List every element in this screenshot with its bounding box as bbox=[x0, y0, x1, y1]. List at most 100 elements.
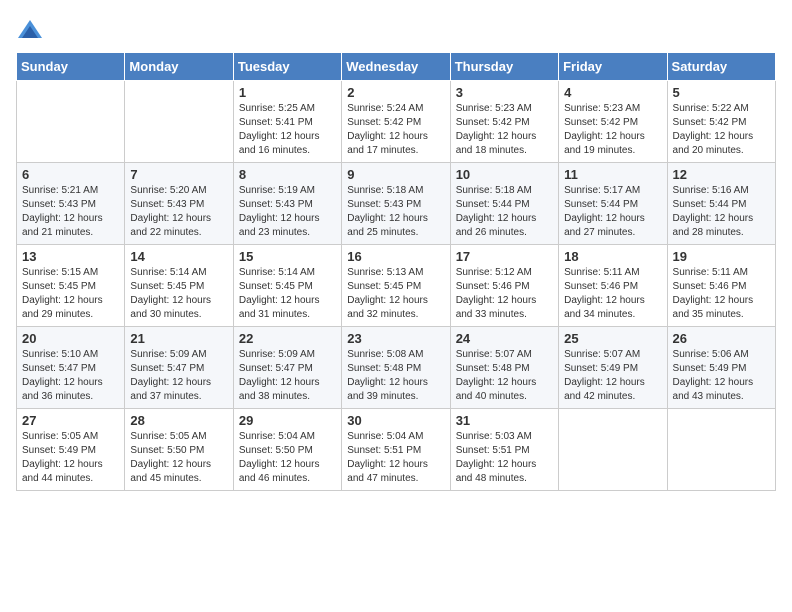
day-info: Sunrise: 5:22 AMSunset: 5:42 PMDaylight:… bbox=[673, 103, 754, 156]
day-info: Sunrise: 5:14 AMSunset: 5:45 PMDaylight:… bbox=[130, 267, 211, 320]
calendar-week-row: 6 Sunrise: 5:21 AMSunset: 5:43 PMDayligh… bbox=[17, 163, 776, 245]
calendar-cell: 12 Sunrise: 5:16 AMSunset: 5:44 PMDaylig… bbox=[667, 163, 775, 245]
day-number: 18 bbox=[564, 249, 661, 264]
day-number: 8 bbox=[239, 167, 336, 182]
calendar-cell: 23 Sunrise: 5:08 AMSunset: 5:48 PMDaylig… bbox=[342, 327, 450, 409]
weekday-header: Monday bbox=[125, 53, 233, 81]
day-info: Sunrise: 5:23 AMSunset: 5:42 PMDaylight:… bbox=[456, 103, 537, 156]
page-header bbox=[16, 16, 776, 44]
weekday-header: Saturday bbox=[667, 53, 775, 81]
calendar-cell: 26 Sunrise: 5:06 AMSunset: 5:49 PMDaylig… bbox=[667, 327, 775, 409]
weekday-header: Wednesday bbox=[342, 53, 450, 81]
calendar-cell: 10 Sunrise: 5:18 AMSunset: 5:44 PMDaylig… bbox=[450, 163, 558, 245]
calendar-cell: 7 Sunrise: 5:20 AMSunset: 5:43 PMDayligh… bbox=[125, 163, 233, 245]
day-number: 14 bbox=[130, 249, 227, 264]
calendar-cell: 28 Sunrise: 5:05 AMSunset: 5:50 PMDaylig… bbox=[125, 409, 233, 491]
weekday-header: Thursday bbox=[450, 53, 558, 81]
calendar-cell: 22 Sunrise: 5:09 AMSunset: 5:47 PMDaylig… bbox=[233, 327, 341, 409]
calendar-cell: 21 Sunrise: 5:09 AMSunset: 5:47 PMDaylig… bbox=[125, 327, 233, 409]
weekday-header-row: SundayMondayTuesdayWednesdayThursdayFrid… bbox=[17, 53, 776, 81]
calendar-cell: 11 Sunrise: 5:17 AMSunset: 5:44 PMDaylig… bbox=[559, 163, 667, 245]
day-info: Sunrise: 5:25 AMSunset: 5:41 PMDaylight:… bbox=[239, 103, 320, 156]
day-info: Sunrise: 5:05 AMSunset: 5:49 PMDaylight:… bbox=[22, 431, 103, 484]
day-number: 16 bbox=[347, 249, 444, 264]
day-info: Sunrise: 5:04 AMSunset: 5:50 PMDaylight:… bbox=[239, 431, 320, 484]
logo bbox=[16, 16, 48, 44]
weekday-header: Friday bbox=[559, 53, 667, 81]
day-info: Sunrise: 5:12 AMSunset: 5:46 PMDaylight:… bbox=[456, 267, 537, 320]
day-info: Sunrise: 5:07 AMSunset: 5:48 PMDaylight:… bbox=[456, 349, 537, 402]
day-info: Sunrise: 5:08 AMSunset: 5:48 PMDaylight:… bbox=[347, 349, 428, 402]
day-info: Sunrise: 5:17 AMSunset: 5:44 PMDaylight:… bbox=[564, 185, 645, 238]
day-info: Sunrise: 5:09 AMSunset: 5:47 PMDaylight:… bbox=[239, 349, 320, 402]
calendar-cell: 19 Sunrise: 5:11 AMSunset: 5:46 PMDaylig… bbox=[667, 245, 775, 327]
weekday-header: Sunday bbox=[17, 53, 125, 81]
calendar-cell: 14 Sunrise: 5:14 AMSunset: 5:45 PMDaylig… bbox=[125, 245, 233, 327]
day-number: 25 bbox=[564, 331, 661, 346]
day-number: 2 bbox=[347, 85, 444, 100]
calendar-cell: 27 Sunrise: 5:05 AMSunset: 5:49 PMDaylig… bbox=[17, 409, 125, 491]
weekday-header: Tuesday bbox=[233, 53, 341, 81]
day-info: Sunrise: 5:23 AMSunset: 5:42 PMDaylight:… bbox=[564, 103, 645, 156]
day-number: 11 bbox=[564, 167, 661, 182]
calendar-cell bbox=[125, 81, 233, 163]
day-info: Sunrise: 5:07 AMSunset: 5:49 PMDaylight:… bbox=[564, 349, 645, 402]
day-number: 28 bbox=[130, 413, 227, 428]
day-info: Sunrise: 5:04 AMSunset: 5:51 PMDaylight:… bbox=[347, 431, 428, 484]
day-info: Sunrise: 5:20 AMSunset: 5:43 PMDaylight:… bbox=[130, 185, 211, 238]
day-info: Sunrise: 5:18 AMSunset: 5:44 PMDaylight:… bbox=[456, 185, 537, 238]
day-info: Sunrise: 5:09 AMSunset: 5:47 PMDaylight:… bbox=[130, 349, 211, 402]
calendar-cell: 17 Sunrise: 5:12 AMSunset: 5:46 PMDaylig… bbox=[450, 245, 558, 327]
day-number: 21 bbox=[130, 331, 227, 346]
calendar-cell: 24 Sunrise: 5:07 AMSunset: 5:48 PMDaylig… bbox=[450, 327, 558, 409]
day-number: 6 bbox=[22, 167, 119, 182]
calendar-cell: 20 Sunrise: 5:10 AMSunset: 5:47 PMDaylig… bbox=[17, 327, 125, 409]
day-number: 1 bbox=[239, 85, 336, 100]
day-info: Sunrise: 5:13 AMSunset: 5:45 PMDaylight:… bbox=[347, 267, 428, 320]
day-number: 31 bbox=[456, 413, 553, 428]
day-number: 3 bbox=[456, 85, 553, 100]
calendar-week-row: 1 Sunrise: 5:25 AMSunset: 5:41 PMDayligh… bbox=[17, 81, 776, 163]
calendar-week-row: 13 Sunrise: 5:15 AMSunset: 5:45 PMDaylig… bbox=[17, 245, 776, 327]
calendar-week-row: 20 Sunrise: 5:10 AMSunset: 5:47 PMDaylig… bbox=[17, 327, 776, 409]
calendar-cell: 3 Sunrise: 5:23 AMSunset: 5:42 PMDayligh… bbox=[450, 81, 558, 163]
calendar: SundayMondayTuesdayWednesdayThursdayFrid… bbox=[16, 52, 776, 491]
calendar-week-row: 27 Sunrise: 5:05 AMSunset: 5:49 PMDaylig… bbox=[17, 409, 776, 491]
day-number: 7 bbox=[130, 167, 227, 182]
calendar-cell: 4 Sunrise: 5:23 AMSunset: 5:42 PMDayligh… bbox=[559, 81, 667, 163]
calendar-cell: 8 Sunrise: 5:19 AMSunset: 5:43 PMDayligh… bbox=[233, 163, 341, 245]
day-number: 26 bbox=[673, 331, 770, 346]
day-info: Sunrise: 5:15 AMSunset: 5:45 PMDaylight:… bbox=[22, 267, 103, 320]
day-number: 9 bbox=[347, 167, 444, 182]
calendar-cell: 30 Sunrise: 5:04 AMSunset: 5:51 PMDaylig… bbox=[342, 409, 450, 491]
day-info: Sunrise: 5:14 AMSunset: 5:45 PMDaylight:… bbox=[239, 267, 320, 320]
calendar-cell bbox=[667, 409, 775, 491]
logo-icon bbox=[16, 16, 44, 44]
day-info: Sunrise: 5:10 AMSunset: 5:47 PMDaylight:… bbox=[22, 349, 103, 402]
day-info: Sunrise: 5:11 AMSunset: 5:46 PMDaylight:… bbox=[564, 267, 645, 320]
day-number: 19 bbox=[673, 249, 770, 264]
day-info: Sunrise: 5:21 AMSunset: 5:43 PMDaylight:… bbox=[22, 185, 103, 238]
day-number: 5 bbox=[673, 85, 770, 100]
calendar-cell: 2 Sunrise: 5:24 AMSunset: 5:42 PMDayligh… bbox=[342, 81, 450, 163]
day-info: Sunrise: 5:18 AMSunset: 5:43 PMDaylight:… bbox=[347, 185, 428, 238]
day-info: Sunrise: 5:05 AMSunset: 5:50 PMDaylight:… bbox=[130, 431, 211, 484]
calendar-cell bbox=[17, 81, 125, 163]
day-info: Sunrise: 5:03 AMSunset: 5:51 PMDaylight:… bbox=[456, 431, 537, 484]
day-number: 15 bbox=[239, 249, 336, 264]
day-number: 23 bbox=[347, 331, 444, 346]
day-number: 12 bbox=[673, 167, 770, 182]
calendar-cell: 13 Sunrise: 5:15 AMSunset: 5:45 PMDaylig… bbox=[17, 245, 125, 327]
day-number: 13 bbox=[22, 249, 119, 264]
day-number: 30 bbox=[347, 413, 444, 428]
day-info: Sunrise: 5:19 AMSunset: 5:43 PMDaylight:… bbox=[239, 185, 320, 238]
calendar-cell: 15 Sunrise: 5:14 AMSunset: 5:45 PMDaylig… bbox=[233, 245, 341, 327]
calendar-cell: 1 Sunrise: 5:25 AMSunset: 5:41 PMDayligh… bbox=[233, 81, 341, 163]
calendar-cell: 18 Sunrise: 5:11 AMSunset: 5:46 PMDaylig… bbox=[559, 245, 667, 327]
day-info: Sunrise: 5:11 AMSunset: 5:46 PMDaylight:… bbox=[673, 267, 754, 320]
calendar-cell: 5 Sunrise: 5:22 AMSunset: 5:42 PMDayligh… bbox=[667, 81, 775, 163]
calendar-cell: 31 Sunrise: 5:03 AMSunset: 5:51 PMDaylig… bbox=[450, 409, 558, 491]
calendar-cell: 16 Sunrise: 5:13 AMSunset: 5:45 PMDaylig… bbox=[342, 245, 450, 327]
day-info: Sunrise: 5:06 AMSunset: 5:49 PMDaylight:… bbox=[673, 349, 754, 402]
calendar-cell: 9 Sunrise: 5:18 AMSunset: 5:43 PMDayligh… bbox=[342, 163, 450, 245]
